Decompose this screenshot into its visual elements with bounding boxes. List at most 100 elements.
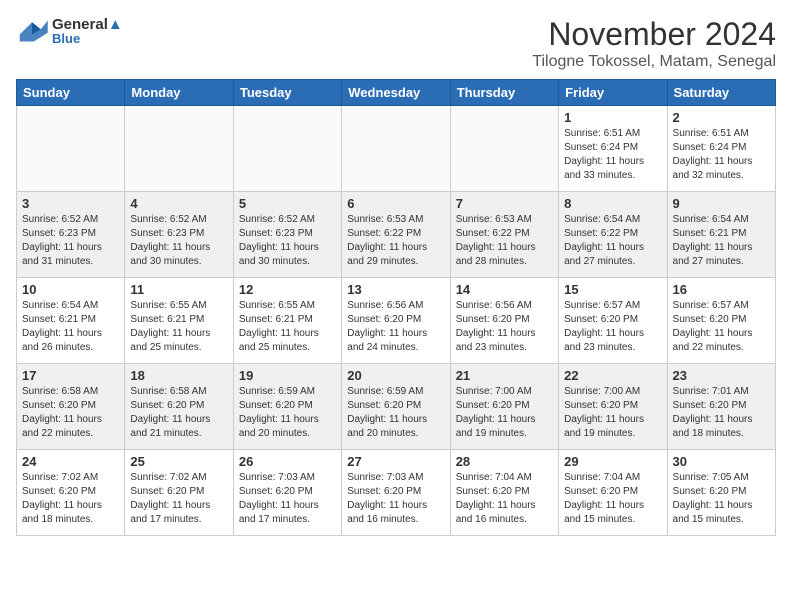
location-title: Tilogne Tokossel, Matam, Senegal [532,53,776,71]
day-info: Sunrise: 6:58 AM Sunset: 6:20 PM Dayligh… [22,385,119,441]
calendar-cell: 20 Sunrise: 6:59 AM Sunset: 6:20 PM Dayli… [342,364,450,450]
day-number: 22 [564,368,661,383]
weekday-header-friday: Friday [559,80,667,106]
day-number: 3 [22,196,119,211]
day-number: 4 [130,196,227,211]
calendar-cell: 5 Sunrise: 6:52 AM Sunset: 6:23 PM Daylig… [233,192,341,278]
day-number: 2 [673,110,770,125]
day-number: 20 [347,368,444,383]
logo-icon [16,17,48,45]
day-info: Sunrise: 7:04 AM Sunset: 6:20 PM Dayligh… [564,471,661,527]
day-info: Sunrise: 6:59 AM Sunset: 6:20 PM Dayligh… [347,385,444,441]
day-number: 17 [22,368,119,383]
day-number: 8 [564,196,661,211]
page-header: General▲ Blue November 2024 Tilogne Toko… [16,16,776,71]
day-info: Sunrise: 6:55 AM Sunset: 6:21 PM Dayligh… [239,299,336,355]
weekday-header-wednesday: Wednesday [342,80,450,106]
week-row-0: 1 Sunrise: 6:51 AM Sunset: 6:24 PM Daylig… [17,106,776,192]
calendar-cell: 4Sunrise: 6:52 AM Sunset: 6:23 PM Daylig… [125,192,233,278]
day-info: Sunrise: 6:54 AM Sunset: 6:22 PM Dayligh… [564,213,661,269]
calendar-cell [17,106,125,192]
calendar-cell: 15 Sunrise: 6:57 AM Sunset: 6:20 PM Dayli… [559,278,667,364]
day-number: 30 [673,454,770,469]
day-info: Sunrise: 7:05 AM Sunset: 6:20 PM Dayligh… [673,471,770,527]
day-number: 29 [564,454,661,469]
day-number: 24 [22,454,119,469]
day-number: 16 [673,282,770,297]
calendar-table: SundayMondayTuesdayWednesdayThursdayFrid… [16,79,776,536]
day-number: 1 [564,110,661,125]
calendar-cell: 25 Sunrise: 7:02 AM Sunset: 6:20 PM Dayli… [125,450,233,536]
day-info: Sunrise: 6:51 AM Sunset: 6:24 PM Dayligh… [564,127,661,183]
calendar-cell: 7Sunrise: 6:53 AM Sunset: 6:22 PM Daylig… [450,192,558,278]
calendar-cell: 14 Sunrise: 6:56 AM Sunset: 6:20 PM Dayli… [450,278,558,364]
calendar-cell: 21 Sunrise: 7:00 AM Sunset: 6:20 PM Dayli… [450,364,558,450]
logo-text: General▲ Blue [52,16,123,46]
calendar-cell: 26 Sunrise: 7:03 AM Sunset: 6:20 PM Dayli… [233,450,341,536]
day-info: Sunrise: 7:03 AM Sunset: 6:20 PM Dayligh… [239,471,336,527]
week-row-2: 10Sunrise: 6:54 AM Sunset: 6:21 PM Dayli… [17,278,776,364]
day-info: Sunrise: 6:57 AM Sunset: 6:20 PM Dayligh… [673,299,770,355]
day-info: Sunrise: 7:04 AM Sunset: 6:20 PM Dayligh… [456,471,553,527]
calendar-cell: 17 Sunrise: 6:58 AM Sunset: 6:20 PM Dayli… [17,364,125,450]
calendar-cell: 19Sunrise: 6:59 AM Sunset: 6:20 PM Dayli… [233,364,341,450]
day-number: 13 [347,282,444,297]
calendar-cell: 2 Sunrise: 6:51 AM Sunset: 6:24 PM Daylig… [667,106,775,192]
calendar-cell: 22 Sunrise: 7:00 AM Sunset: 6:20 PM Dayli… [559,364,667,450]
calendar-cell: 8 Sunrise: 6:54 AM Sunset: 6:22 PM Daylig… [559,192,667,278]
day-info: Sunrise: 6:58 AM Sunset: 6:20 PM Dayligh… [130,385,227,441]
calendar-cell: 11Sunrise: 6:55 AM Sunset: 6:21 PM Dayli… [125,278,233,364]
day-number: 18 [130,368,227,383]
calendar-cell [450,106,558,192]
calendar-cell: 3 Sunrise: 6:52 AM Sunset: 6:23 PM Daylig… [17,192,125,278]
day-number: 9 [673,196,770,211]
calendar-cell: 23Sunrise: 7:01 AM Sunset: 6:20 PM Dayli… [667,364,775,450]
calendar-cell: 29 Sunrise: 7:04 AM Sunset: 6:20 PM Dayli… [559,450,667,536]
day-number: 26 [239,454,336,469]
day-number: 5 [239,196,336,211]
calendar-cell: 6 Sunrise: 6:53 AM Sunset: 6:22 PM Daylig… [342,192,450,278]
day-number: 12 [239,282,336,297]
day-info: Sunrise: 7:01 AM Sunset: 6:20 PM Dayligh… [673,385,770,441]
day-number: 15 [564,282,661,297]
day-info: Sunrise: 6:53 AM Sunset: 6:22 PM Dayligh… [347,213,444,269]
day-number: 21 [456,368,553,383]
weekday-header-sunday: Sunday [17,80,125,106]
calendar-cell: 16 Sunrise: 6:57 AM Sunset: 6:20 PM Dayli… [667,278,775,364]
calendar-cell: 30 Sunrise: 7:05 AM Sunset: 6:20 PM Dayli… [667,450,775,536]
day-info: Sunrise: 6:53 AM Sunset: 6:22 PM Dayligh… [456,213,553,269]
day-number: 14 [456,282,553,297]
calendar-cell: 9Sunrise: 6:54 AM Sunset: 6:21 PM Daylig… [667,192,775,278]
day-info: Sunrise: 6:57 AM Sunset: 6:20 PM Dayligh… [564,299,661,355]
weekday-header-monday: Monday [125,80,233,106]
calendar-cell: 18 Sunrise: 6:58 AM Sunset: 6:20 PM Dayli… [125,364,233,450]
day-info: Sunrise: 7:03 AM Sunset: 6:20 PM Dayligh… [347,471,444,527]
day-info: Sunrise: 7:00 AM Sunset: 6:20 PM Dayligh… [564,385,661,441]
title-block: November 2024 Tilogne Tokossel, Matam, S… [532,16,776,71]
day-info: Sunrise: 6:56 AM Sunset: 6:20 PM Dayligh… [456,299,553,355]
calendar-cell: 27 Sunrise: 7:03 AM Sunset: 6:20 PM Dayli… [342,450,450,536]
day-info: Sunrise: 7:02 AM Sunset: 6:20 PM Dayligh… [130,471,227,527]
day-info: Sunrise: 7:02 AM Sunset: 6:20 PM Dayligh… [22,471,119,527]
day-info: Sunrise: 6:52 AM Sunset: 6:23 PM Dayligh… [239,213,336,269]
calendar-cell [233,106,341,192]
day-number: 6 [347,196,444,211]
weekday-header-thursday: Thursday [450,80,558,106]
calendar-cell: 10Sunrise: 6:54 AM Sunset: 6:21 PM Dayli… [17,278,125,364]
weekday-header-tuesday: Tuesday [233,80,341,106]
day-number: 27 [347,454,444,469]
week-row-1: 3 Sunrise: 6:52 AM Sunset: 6:23 PM Daylig… [17,192,776,278]
day-info: Sunrise: 6:51 AM Sunset: 6:24 PM Dayligh… [673,127,770,183]
logo: General▲ Blue [16,16,123,46]
calendar-cell [125,106,233,192]
week-row-3: 17 Sunrise: 6:58 AM Sunset: 6:20 PM Dayli… [17,364,776,450]
calendar-cell: 24 Sunrise: 7:02 AM Sunset: 6:20 PM Dayli… [17,450,125,536]
day-info: Sunrise: 6:52 AM Sunset: 6:23 PM Dayligh… [22,213,119,269]
weekday-header-saturday: Saturday [667,80,775,106]
day-info: Sunrise: 6:59 AM Sunset: 6:20 PM Dayligh… [239,385,336,441]
month-title: November 2024 [532,16,776,53]
day-info: Sunrise: 6:56 AM Sunset: 6:20 PM Dayligh… [347,299,444,355]
day-number: 11 [130,282,227,297]
day-info: Sunrise: 7:00 AM Sunset: 6:20 PM Dayligh… [456,385,553,441]
day-number: 25 [130,454,227,469]
